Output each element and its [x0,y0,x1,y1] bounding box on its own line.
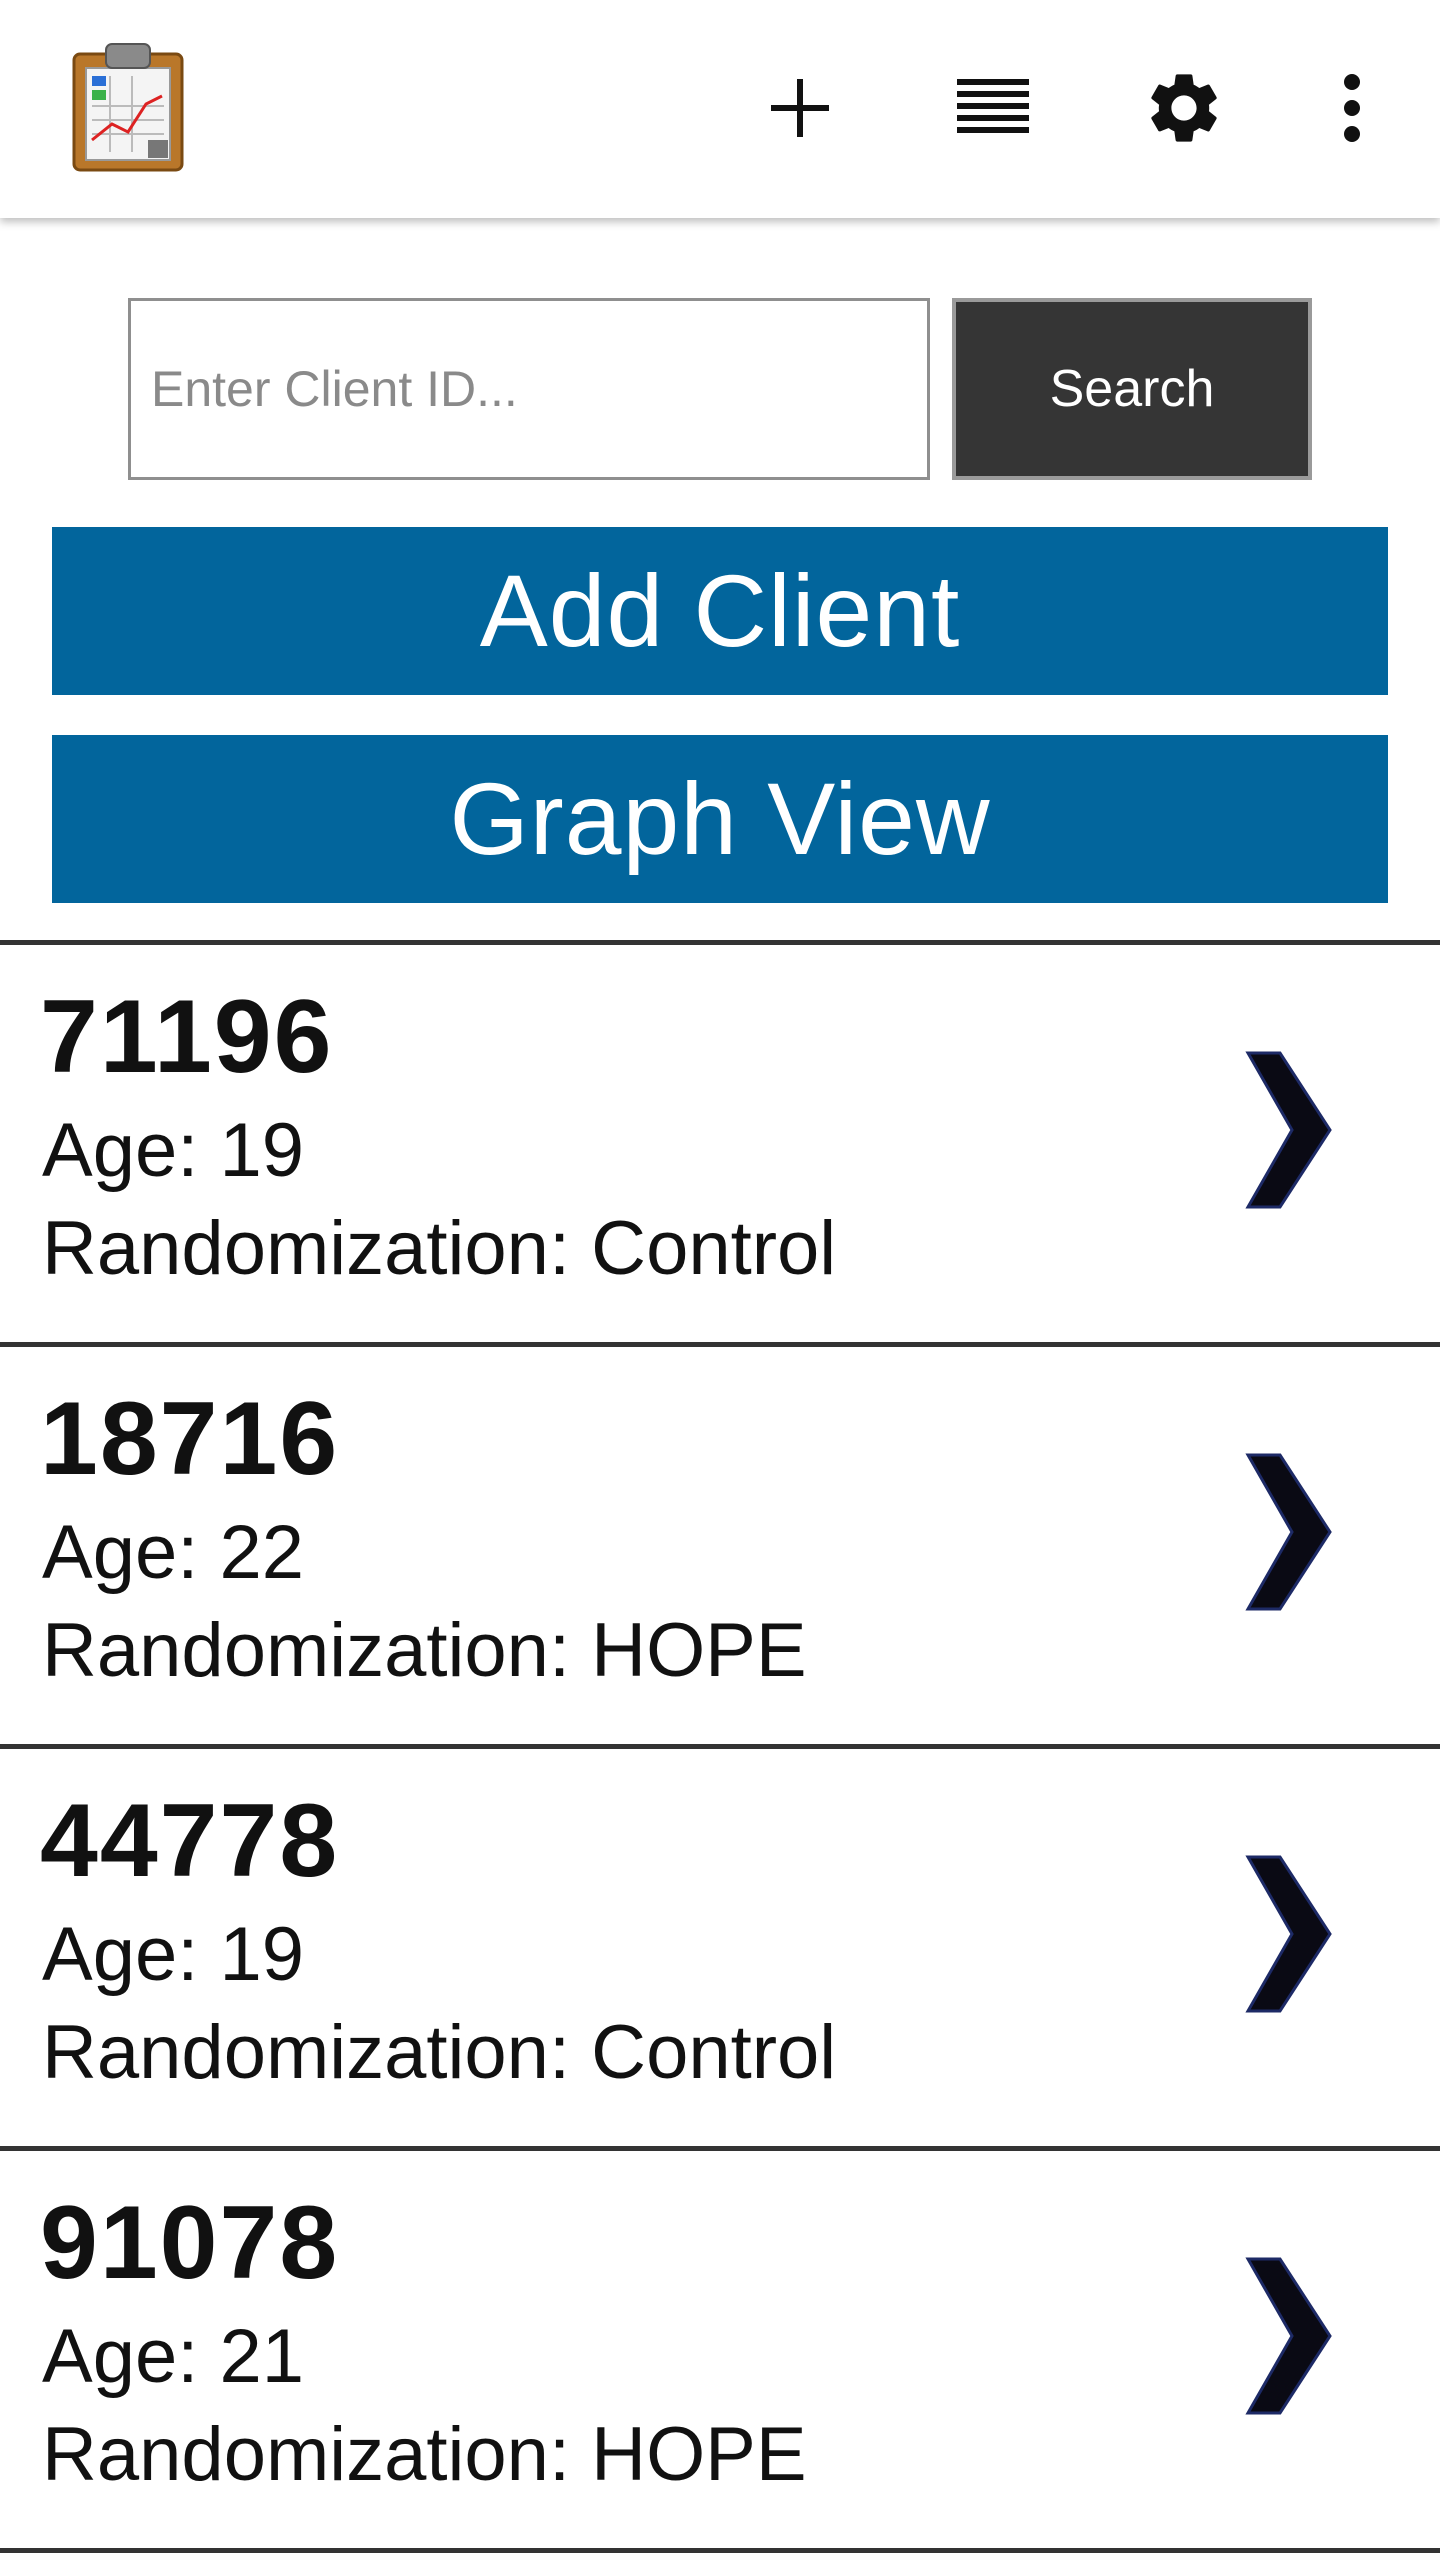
add-client-button[interactable]: Add Client [52,527,1388,695]
client-list: 71196 Age: 19 Randomization: Control 187… [0,940,1440,2553]
client-list-item[interactable]: 91078 Age: 21 Randomization: HOPE [0,2146,1440,2548]
client-randomization: Randomization: HOPE [42,1608,807,1693]
client-id: 91078 [40,2185,340,2301]
clipboard-chart-icon [72,43,184,172]
list-divider [0,2548,1440,2553]
client-age: Age: 19 [42,1108,304,1193]
list-view-button[interactable] [943,58,1043,158]
add-action-button[interactable] [750,58,850,158]
client-id: 44778 [40,1783,340,1899]
chevron-right-icon [1245,1051,1332,1209]
more-vert-icon [1344,74,1360,142]
client-age: Age: 19 [42,1912,304,1997]
chevron-right-icon [1245,1855,1332,2013]
client-age: Age: 22 [42,1510,304,1595]
client-list-item[interactable]: 71196 Age: 19 Randomization: Control [0,940,1440,1342]
client-id: 18716 [40,1381,340,1497]
client-id-search-input[interactable] [128,298,930,480]
client-age: Age: 21 [42,2314,304,2399]
search-button[interactable]: Search [952,298,1312,480]
plus-icon [771,79,829,137]
graph-view-button[interactable]: Graph View [52,735,1388,903]
chevron-right-icon [1245,1453,1332,1611]
gear-icon [1151,74,1217,142]
app-bar [0,0,1440,218]
client-list-item[interactable]: 44778 Age: 19 Randomization: Control [0,1744,1440,2146]
settings-button[interactable] [1134,58,1234,158]
chevron-right-icon [1245,2257,1332,2415]
list-icon [957,79,1029,133]
client-randomization: Randomization: HOPE [42,2412,807,2497]
client-randomization: Randomization: Control [42,2010,837,2095]
client-list-item[interactable]: 18716 Age: 22 Randomization: HOPE [0,1342,1440,1744]
client-id: 71196 [40,979,334,1095]
overflow-menu-button[interactable] [1302,58,1402,158]
client-randomization: Randomization: Control [42,1206,837,1291]
